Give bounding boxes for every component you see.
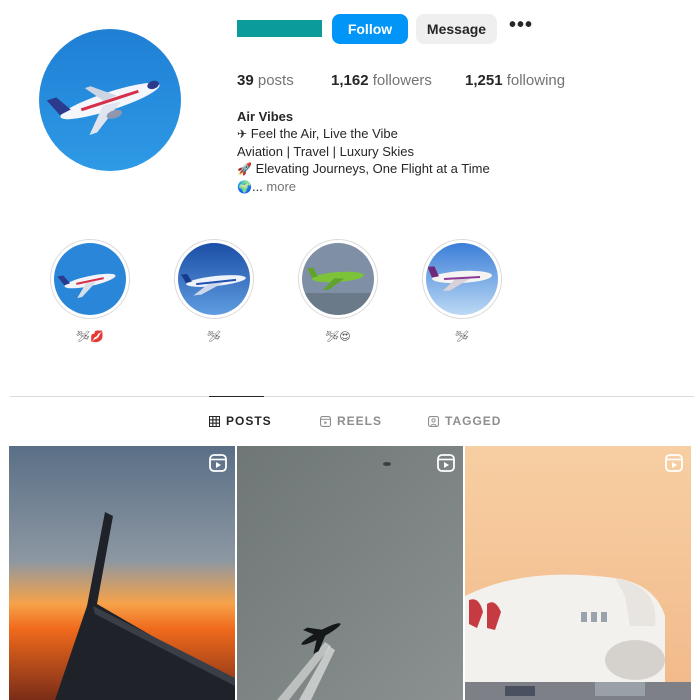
- followers-count-stat[interactable]: 1,162 followers: [331, 72, 432, 89]
- story-highlight-4[interactable]: [422, 239, 502, 319]
- tabs-divider: [10, 396, 694, 397]
- tab-posts-label: POSTS: [226, 414, 272, 428]
- bio-ellipsis: ...: [251, 179, 263, 194]
- posts-label: posts: [257, 72, 294, 89]
- active-tab-indicator: [209, 396, 264, 397]
- post-tile[interactable]: [9, 446, 235, 700]
- reel-indicator-icon: [437, 454, 455, 472]
- highlight-2-airplane-image: [178, 243, 250, 315]
- post-1-wing-sunset-image: [9, 446, 235, 700]
- following-count: 1,251: [465, 72, 503, 89]
- grid-icon: [209, 415, 220, 427]
- highlight-1-label: 🛩💋: [76, 330, 104, 343]
- tab-reels[interactable]: REELS: [320, 414, 382, 428]
- more-options-icon[interactable]: •••: [508, 15, 534, 40]
- highlight-1-airplane-image: [54, 243, 126, 315]
- post-tile[interactable]: [237, 446, 463, 700]
- tab-reels-label: REELS: [337, 414, 383, 428]
- profile-avatar[interactable]: [39, 29, 181, 171]
- username-redacted-bar: [237, 20, 322, 37]
- story-highlight-1[interactable]: [50, 239, 130, 319]
- bio-line-2: Aviation | Travel | Luxury Skies: [237, 144, 415, 159]
- highlight-4-airplane-image: [426, 243, 498, 315]
- airplane-emoji-icon: ✈: [237, 127, 248, 141]
- bio-line-3-text: Elevating Journeys, One Flight at a Time: [255, 161, 490, 176]
- bio-line-1-text: Feel the Air, Live the Vibe: [250, 126, 398, 141]
- posts-count: 39: [237, 72, 254, 89]
- following-count-stat[interactable]: 1,251 following: [465, 72, 565, 89]
- post-2-contrails-image: [237, 446, 463, 700]
- following-label: following: [506, 72, 566, 89]
- avatar-airplane-image: [39, 29, 181, 171]
- post-3-a380-image: [465, 446, 691, 700]
- bio-line-3: 🚀 Elevating Journeys, One Flight at a Ti…: [237, 160, 490, 178]
- globe-emoji-icon: 🌍: [237, 180, 252, 194]
- highlight-3-airplane-image: [302, 243, 374, 315]
- tab-tagged-label: TAGGED: [445, 414, 502, 428]
- highlight-2-label: 🛩: [207, 330, 221, 343]
- highlight-4-label: 🛩: [455, 330, 469, 343]
- tagged-icon: [428, 415, 439, 427]
- tab-posts[interactable]: POSTS: [209, 414, 272, 428]
- post-tile[interactable]: [465, 446, 691, 700]
- followers-label: followers: [372, 72, 432, 89]
- story-highlight-3[interactable]: [298, 239, 378, 319]
- bio-more-link[interactable]: more: [266, 179, 296, 194]
- followers-count: 1,162: [331, 72, 369, 89]
- reel-indicator-icon: [665, 454, 683, 472]
- tab-tagged[interactable]: TAGGED: [428, 414, 501, 428]
- story-highlight-2[interactable]: [174, 239, 254, 319]
- bio-line-1: ✈ Feel the Air, Live the Vibe: [237, 125, 490, 143]
- posts-count-stat: 39 posts: [237, 72, 294, 89]
- reels-icon: [320, 415, 331, 427]
- message-button[interactable]: Message: [416, 14, 497, 44]
- reel-indicator-icon: [209, 454, 227, 472]
- bio-line-4: 🌍... more: [237, 178, 490, 196]
- highlight-3-label: 🛩😍: [325, 330, 351, 343]
- follow-button[interactable]: Follow: [332, 14, 408, 44]
- profile-bio: Air Vibes ✈ Feel the Air, Live the Vibe …: [237, 108, 490, 196]
- bio-display-name: Air Vibes: [237, 109, 294, 124]
- rocket-emoji-icon: 🚀: [237, 162, 252, 176]
